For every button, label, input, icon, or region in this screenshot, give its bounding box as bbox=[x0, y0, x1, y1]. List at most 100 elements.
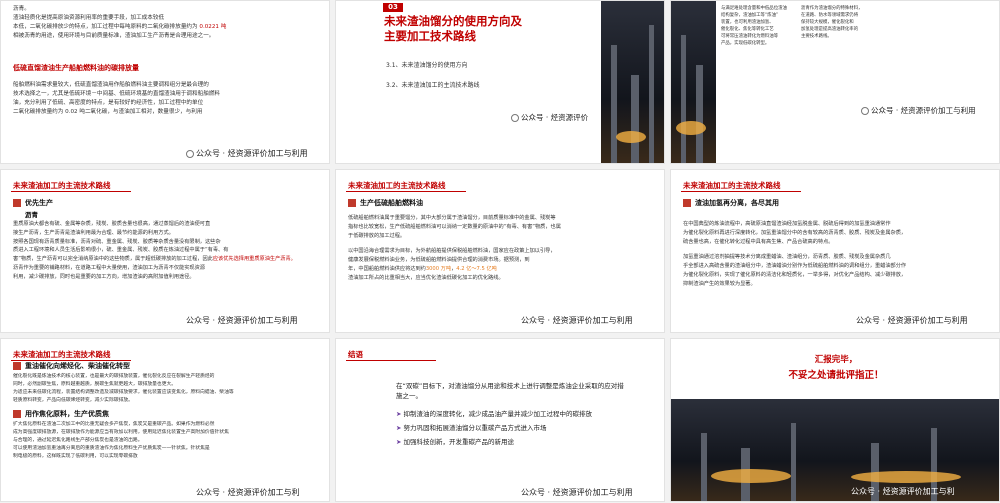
body-line: 于低碳排放的加工过程。 bbox=[348, 233, 406, 239]
body-line: 为催化裂化原料再进行深度转化，加氢重油馏分中的含有较高的沥青质、胶质、残炭及金属… bbox=[683, 230, 907, 236]
body-line: 质进入工程环境和人员生活后影响很小，硫、重金属、残炭、胶质在炼油过程中属于“有毒… bbox=[13, 247, 229, 254]
body-line: 为适应未来低碳化流程，装置结构调整改造及减碳排放要求，催化装置应该变焦化，原料向… bbox=[13, 390, 234, 395]
toc-item[interactable]: 3.2、未来渣油加工的主流技术路线 bbox=[386, 76, 480, 96]
body-line: 硫含量也高，在催化转化过程中具有高生焦、产品合硫高的特点。 bbox=[683, 239, 834, 245]
body-line: 指标也比较宽松，生产低硫船舶燃料油可以消纳一定数量的原油中的“有毒、有害”物质，… bbox=[348, 224, 561, 230]
slide-header: 结语 bbox=[348, 350, 363, 359]
slide-header: 未来渣油加工的主流技术路线 bbox=[13, 181, 111, 190]
body-line: 以中国沿海合理需求为目标，为外航船舶提供保税船舶燃料油，国家应在政策上加以引导， bbox=[348, 248, 556, 254]
header-underline bbox=[346, 360, 436, 361]
highlight-value: 4.2 亿～7.5 亿吨 bbox=[456, 266, 497, 272]
thanks-line2: 不妥之处请批评指正！ bbox=[788, 370, 884, 381]
slide-4[interactable]: 未来渣油加工的主流技术路线 优先生产 沥青 重质原油大都含有硫、金属等杂质，残炭… bbox=[0, 169, 330, 333]
col-line: 结构复杂，渣油加工等“炼油” bbox=[721, 13, 779, 18]
slide1-body: 沥青。 渣油轻质化是提高原油资源利用率的重要手段，加工成本较低 本低，二氧化碳排… bbox=[13, 5, 323, 41]
section-title: 优先生产 bbox=[13, 198, 53, 208]
slide1-paragraph: 船舶燃料油需求量较大，低硫直馏渣油用作船舶燃料油主要调和组分是最合理的 技术选择… bbox=[13, 81, 323, 117]
slide-1[interactable]: 沥青。 渣油轻质化是提高原油资源利用率的重要手段，加工成本较低 本低，二氧化碳排… bbox=[0, 0, 330, 164]
body-line: 与合理的，通过延迟焦化路线生产部分焦炭也是渣油的出路。 bbox=[13, 438, 143, 443]
watermark: 公众号 · 烃资源评价加工与利用 bbox=[861, 105, 976, 116]
slide3-col2: 沥青作为渣油馏分的特殊材料， 在道路、防水等领域需求仍将 保持较大规模，催化裂化… bbox=[801, 5, 881, 40]
square-bullet-icon bbox=[13, 410, 21, 418]
body-line: 沥青作为重要的铺路材料，在道路工程中大量使用，渣油加工为沥青不仅能实现资源 bbox=[13, 264, 205, 271]
col-line: 主要技术路线。 bbox=[801, 34, 832, 39]
slide-8[interactable]: 结语 在“双碳”目标下，对渣油馏分从用途和技术上进行调整是炼油企业采取的应对措施… bbox=[335, 338, 665, 502]
list-item: ➤ 加强科技创新，开发重碳产品的新用途 bbox=[396, 438, 515, 446]
section-title: 用作焦化原料，生产优质焦 bbox=[13, 409, 109, 419]
watermark: 公众号 · 烃资源评价加工与利用 bbox=[856, 316, 968, 325]
co2-value: 0.0221 吨 bbox=[199, 24, 227, 30]
slide7-body1: 催化裂化既是炼油技术的核心装置，也是最大的碳排放装置，催化裂化反应在裂解生产轻质… bbox=[13, 373, 323, 405]
col-line: 在道路、防水等领域需求仍将 bbox=[801, 13, 859, 18]
slide3-col1: 与满足难处理含量和中低品位渣油 结构复杂，渣油加工等“炼油” 装置，也可利用渣油… bbox=[721, 5, 796, 47]
body-line: 害”物质，生产沥青可以完全消纳原油中的这些物质，属于超低碳排放的加工过程，因此应… bbox=[13, 256, 296, 263]
refinery-photo bbox=[601, 1, 664, 163]
slide6-body: 在中国典型的炼油流程中，高硫原油直馏渣油经加氢脱金属、脱硫后得到的加氢重油通常作… bbox=[683, 220, 993, 289]
slide1-line: 沥青。 bbox=[13, 6, 30, 12]
section-title: 渣油加氢再分离，各尽其用 bbox=[683, 198, 779, 208]
slide-9[interactable]: 汇报完毕， 不妥之处请批评指正！ 公众号 · 烃资源评价加工与利 bbox=[670, 338, 1000, 502]
list-item: ➤ 努力巩固和拓展渣油馏分以重碳产品方式进入市场 bbox=[396, 424, 547, 432]
slide-5[interactable]: 未来渣油加工的主流技术路线 生产低硫船舶燃料油 低硫船舶燃料油属于重要馏分，其中… bbox=[335, 169, 665, 333]
body-line: 催化裂化既是炼油技术的核心装置，也是最大的碳排放装置，催化裂化反应在裂解生产轻质… bbox=[13, 374, 215, 379]
body-line: 重质原油大都含有硫、金属等杂质，残炭、胶质含量也很高，通过蒸馏后的渣油便可直 bbox=[13, 221, 211, 227]
slide-header: 未来渣油加工的主流技术路线 bbox=[348, 181, 446, 190]
watermark: 公众号 · 烃资源评价加工与利 bbox=[196, 488, 300, 497]
body-line: 渣油加工所占的比重相当大，应当优化渣油低碳化加工的优化路线。 bbox=[348, 275, 504, 281]
list-item: ➤ 抑制渣油的深度转化，减少成品油产量并减少加工过程中的碳排放 bbox=[396, 410, 593, 418]
slide-header: 未来渣油加工的主流技术路线 bbox=[13, 350, 111, 359]
section-title: 重油催化向烯烃化、柴油催化转型 bbox=[13, 361, 130, 371]
watermark: 公众号 · 烃资源评价加工与利用 bbox=[521, 488, 633, 497]
body-line: 加氢重油通过溶剂抽提等技术分离成重蜡油、渣油组分，沥青质、胶质、残炭及金属杂质几 bbox=[683, 254, 891, 260]
square-bullet-icon bbox=[683, 199, 691, 207]
col-line: 产品，实现低碳化转型。 bbox=[721, 41, 770, 46]
col-line: 保持较大规模，催化裂化和 bbox=[801, 20, 854, 25]
body-line: 在中国典型的炼油流程中，高硫原油直馏渣油经加氢脱金属、脱硫后得到的加氢重油通常作 bbox=[683, 221, 891, 227]
body-line: 为催化裂化原料，实现了催化原料的清洁化和轻质化，一举多得，对优化产品结构、减少碳… bbox=[683, 272, 907, 278]
body-line: 成为高强度碳排放源，在碳排放作为能源应当有效加以利用，使用延迟焦化装置生产高附加… bbox=[13, 430, 229, 435]
highlight: 应该优先选择用重质原油生产沥青。 bbox=[212, 256, 296, 263]
slide1-line: 相被沥青的用途，使用环境与目前质量标准，渣油加工生产沥青是合理用途之一。 bbox=[13, 33, 215, 39]
body-line: 可以使用渣油加氢重油再分离后的重质渣油作为焦化原料生产优质焦炭——针状焦。针状焦… bbox=[13, 446, 210, 451]
square-bullet-icon bbox=[348, 199, 356, 207]
header-underline bbox=[346, 191, 466, 192]
slide-3[interactable]: 与满足难处理含量和中低品位渣油 结构复杂，渣油加工等“炼油” 装置，也可利用渣油… bbox=[670, 0, 1000, 164]
slide-header: 未来渣油加工的主流技术路线 bbox=[683, 181, 781, 190]
col-line: 加氢处理是提高渣油转化率的 bbox=[801, 27, 859, 32]
body-line: 年，中国船舶燃料油供应将达到约3000 万吨，4.2 亿～7.5 亿吨 bbox=[348, 266, 497, 272]
body-line: 健康发展保税燃料油业务，为低硫船舶燃料油提供合理的消费市场。据预测，到 bbox=[348, 257, 530, 263]
slide1-heading: 低硫直馏渣油生产船舶燃料油的碳排放量 bbox=[13, 64, 139, 72]
slide1-para-line: 技术选择之一，尤其是低硫环境－中间基、低硫环境基的直馏渣油用于调和船舶燃料 bbox=[13, 91, 220, 97]
square-bullet-icon bbox=[13, 362, 21, 370]
body-line: 接生产沥青，生产沥青是渣油利用最为合理、最节约能源的利用方式。 bbox=[13, 229, 174, 236]
slide-grid: 沥青。 渣油轻质化是提高原油资源利用率的重要手段，加工成本较低 本低，二氧化碳排… bbox=[0, 0, 1000, 503]
slide2-title: 未来渣油馏分的使用方向及 主要加工技术路线 bbox=[384, 14, 522, 44]
body-line: 轻质原料转变，产品向低碳烯烃转变，减少实际碳排放。 bbox=[13, 398, 133, 403]
slide-2[interactable]: 03 未来渣油馏分的使用方向及 主要加工技术路线 3.1、未来渣油馏分的使用方向… bbox=[335, 0, 665, 164]
section-title: 生产低硫船舶燃料油 bbox=[348, 198, 423, 208]
title-line: 主要加工技术路线 bbox=[384, 29, 476, 43]
arrow-icon: ➤ bbox=[396, 410, 404, 418]
body-line: 低硫船舶燃料油属于重要馏分，其中大部分属于渣油馏分，目前质量标准中的金属、残炭等 bbox=[348, 215, 556, 221]
slide-7[interactable]: 未来渣油加工的主流技术路线 重油催化向烯烃化、柴油催化转型 催化裂化既是炼油技术… bbox=[0, 338, 330, 502]
section-number: 03 bbox=[383, 3, 403, 12]
toc-item[interactable]: 3.1、未来渣油馏分的使用方向 bbox=[386, 56, 480, 76]
col-line: 沥青作为渣油馏分的特殊材料， bbox=[801, 6, 863, 11]
conclusion-intro: 在“双碳”目标下，对渣油馏分从用途和技术上进行调整是炼油企业采取的应对措施之一。 bbox=[396, 382, 624, 400]
body-line: 乎全部进入高硫含量的渣油组分中，渣油蜡油分别作为低硫船舶燃料油的调和组分，重蜡油… bbox=[683, 263, 907, 269]
body-line: 扩大焦化原料在渣油二次加工中的比重无疑会多产焦炭，焦炭又是重碳产品。如果作为燃料… bbox=[13, 422, 215, 427]
slide2-list: 3.1、未来渣油馏分的使用方向 3.2、未来渣油加工的主流技术路线 bbox=[386, 56, 480, 96]
body-line: 同时，必然副碳生焦，原料越重越质，脱碳生焦就更越大，碳排放量也更大。 bbox=[13, 382, 177, 387]
subsection: 沥青 bbox=[25, 211, 38, 219]
wechat-icon bbox=[861, 107, 869, 115]
slide4-body: 重质原油大都含有硫、金属等杂质，残炭、胶质含量也很高，通过蒸馏后的渣油便可直 接… bbox=[13, 220, 323, 282]
conclusion-list: ➤ 抑制渣油的深度转化，减少成品油产量并减少加工过程中的碳排放 ➤ 努力巩固和拓… bbox=[396, 409, 626, 447]
header-underline bbox=[681, 191, 801, 192]
slide-6[interactable]: 未来渣油加工的主流技术路线 渣油加氢再分离，各尽其用 在中国典型的炼油流程中，高… bbox=[670, 169, 1000, 333]
slide1-para-line: 二氧化碳排放量约为 0.02 吨二氧化碳，与渣油加工相对，数量很少，与利用 bbox=[13, 109, 203, 115]
watermark: 公众号 · 烃资源评价加工与利 bbox=[851, 487, 955, 496]
title-line: 未来渣油馏分的使用方向及 bbox=[384, 14, 522, 28]
refinery-photo bbox=[671, 1, 716, 163]
arrow-icon: ➤ bbox=[396, 424, 404, 432]
slide5-body: 低硫船舶燃料油属于重要馏分，其中大部分属于渣油馏分，目前质量标准中的金属、残炭等… bbox=[348, 214, 658, 283]
